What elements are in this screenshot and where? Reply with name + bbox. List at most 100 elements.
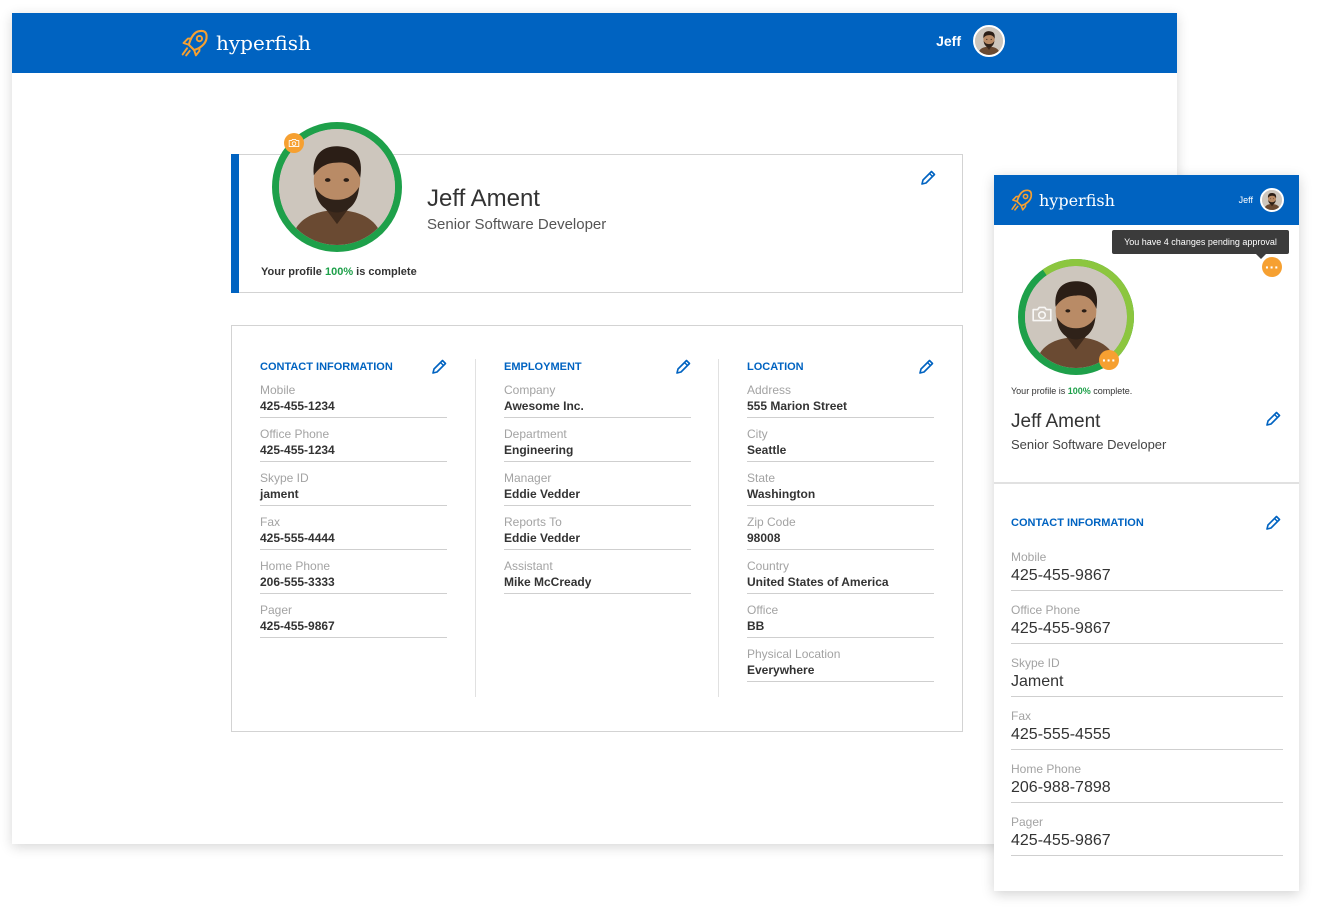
field-underline [1011,749,1283,750]
field-underline [747,417,934,418]
field-assistant: Assistant Mike McCready [504,557,691,601]
field-value: 206-555-3333 [260,575,335,589]
field-underline [260,505,447,506]
field-value: 425-555-4555 [1011,726,1111,743]
field-label: Home Phone [260,559,331,573]
more-dots-icon: ··· [1265,259,1279,275]
avatar[interactable] [1260,188,1284,212]
field-underline [1011,643,1283,644]
field-underline [260,417,447,418]
field-label: Assistant [504,559,553,573]
pending-changes-button[interactable]: ··· [1262,257,1282,277]
field-office-phone: Office Phone 425-455-9867 [1011,600,1283,653]
field-underline [260,461,447,462]
field-value: 425-455-9867 [260,619,335,633]
profile-completion-text: Your profile 100% is complete [261,266,417,278]
user-menu[interactable]: Jeff [1239,188,1284,212]
desktop-top-bar: hyperfish Jeff [12,13,1177,73]
field-country: Country United States of America [747,557,934,601]
field-value: Mike McCready [504,575,592,589]
profile-job-title: Senior Software Developer [1011,437,1167,452]
edit-profile-pencil-icon[interactable] [1265,411,1281,427]
edit-profile-header-pencil-icon[interactable] [920,170,936,186]
avatar-image [975,27,1003,55]
avatar[interactable] [973,25,1005,57]
field-label: Zip Code [747,515,796,529]
field-underline [747,505,934,506]
field-manager: Manager Eddie Vedder [504,469,691,513]
completion-suffix: complete. [1090,386,1133,396]
profile-name: Jeff Ament [427,185,540,212]
field-value: 425-455-9867 [1011,620,1111,637]
field-value: 425-455-1234 [260,443,335,457]
field-underline [747,593,934,594]
brand-name: hyperfish [1039,190,1115,210]
field-label: Company [504,383,556,397]
field-value: 425-555-4444 [260,531,335,545]
field-label: Manager [504,471,552,485]
field-label: Address [747,383,792,397]
section-title-text: CONTACT INFORMATION [260,361,393,373]
change-photo-button[interactable] [284,133,304,153]
column-divider [718,359,719,697]
field-state: State Washington [747,469,934,513]
field-value: Eddie Vedder [504,531,581,545]
section-employment: EMPLOYMENT Company Awesome Inc. Departmen… [504,359,691,601]
field-label: Pager [260,603,293,617]
field-fax: Fax 425-555-4444 [260,513,447,557]
profile-job-title: Senior Software Developer [427,216,607,233]
field-fax: Fax 425-555-4555 [1011,706,1283,759]
mobile-logo[interactable]: hyperfish [1010,188,1115,212]
field-reports-to: Reports To Eddie Vedder [504,513,691,557]
rocket-icon [1010,188,1034,212]
field-label: Skype ID [1011,656,1060,670]
field-label: Country [747,559,790,573]
photo-pending-badge[interactable]: ··· [1099,350,1119,370]
camera-icon[interactable] [1031,305,1053,323]
card-accent-bar [231,154,239,293]
field-label: Department [504,427,567,441]
field-underline [260,637,447,638]
section-title-text: LOCATION [747,361,804,373]
field-underline [504,505,691,506]
field-underline [260,593,447,594]
field-value: 425-455-9867 [1011,832,1111,849]
section-title: EMPLOYMENT [504,359,691,375]
mobile-window: hyperfish Jeff You have 4 changes pendin… [994,175,1299,891]
field-value: 206-988-7898 [1011,779,1111,796]
rocket-icon [180,28,210,58]
field-office: Office BB [747,601,934,645]
field-underline [1011,696,1283,697]
user-menu[interactable]: Jeff [936,25,1005,57]
edit-contact-pencil-icon[interactable] [431,359,447,375]
field-company: Company Awesome Inc. [504,381,691,425]
field-underline [504,549,691,550]
field-label: Fax [1011,709,1032,723]
section-location: LOCATION Address 555 Marion Street City Se… [747,359,934,689]
field-mobile: Mobile 425-455-1234 [260,381,447,425]
field-underline [747,681,934,682]
field-underline [747,637,934,638]
desktop-logo[interactable]: hyperfish [180,26,311,60]
completion-percent: 100% [324,266,354,278]
field-value: Eddie Vedder [504,487,581,501]
edit-employment-pencil-icon[interactable] [675,359,691,375]
avatar-image [1262,190,1282,210]
field-underline [747,461,934,462]
field-value: Jament [1011,673,1064,690]
field-label: Office Phone [1011,603,1081,617]
field-value: United States of America [747,575,889,589]
field-label: Physical Location [747,647,841,661]
field-value: 98008 [747,531,781,545]
field-underline [504,461,691,462]
field-underline [1011,855,1283,856]
section-contact-information: CONTACT INFORMATION Mobile 425-455-1234 O… [260,359,447,645]
edit-location-pencil-icon[interactable] [918,359,934,375]
field-home-phone: Home Phone 206-555-3333 [260,557,447,601]
field-value: BB [747,619,765,633]
field-underline [504,417,691,418]
completion-prefix: Your profile [261,266,325,278]
edit-contact-pencil-icon[interactable] [1265,515,1281,531]
field-skype-id: Skype ID jament [260,469,447,513]
field-value: 425-455-9867 [1011,567,1111,584]
